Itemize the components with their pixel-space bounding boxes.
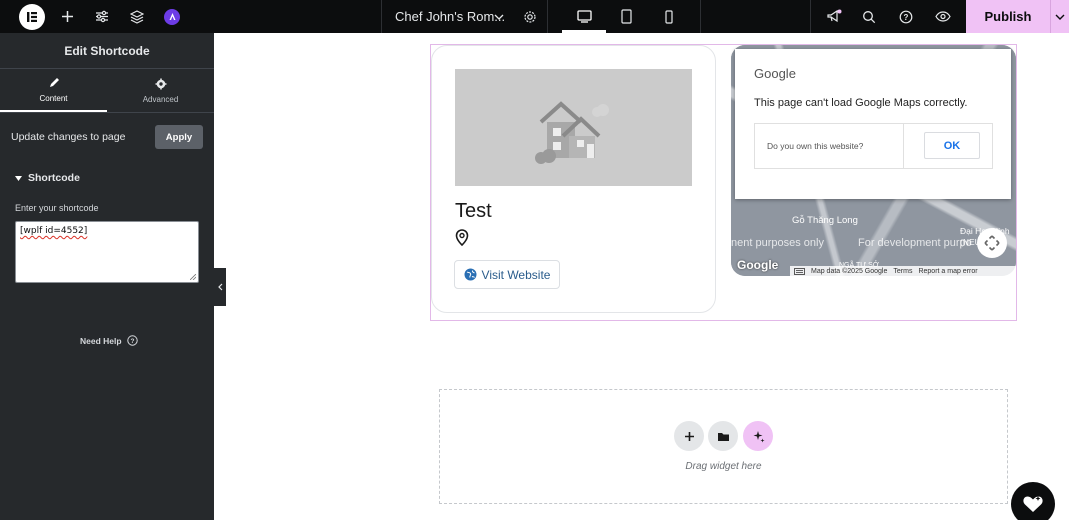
drag-widget-hint: Drag widget here — [685, 461, 762, 472]
tab-advanced-label: Advanced — [142, 94, 179, 104]
map-fullscreen-button[interactable] — [977, 228, 1007, 258]
update-text: Update changes to page — [11, 131, 126, 143]
document-title-text: Chef John's Rom... — [395, 9, 506, 24]
map-dev-watermark: For development purpo — [858, 237, 972, 249]
panel-title: Edit Shortcode — [64, 43, 150, 58]
notifications-megaphone-icon[interactable] — [825, 0, 843, 33]
layers-icon[interactable] — [128, 0, 146, 33]
search-icon[interactable] — [861, 0, 877, 33]
section-title: Shortcode — [28, 172, 80, 184]
help-circle-icon: ? — [126, 335, 138, 346]
need-help-label: Need Help — [80, 335, 122, 346]
google-map-logo: Google — [737, 258, 779, 272]
shortcode-value: [wplf id=4552] — [20, 226, 88, 236]
need-help-link[interactable]: Need Help ? — [80, 335, 138, 346]
move-arrows-icon — [984, 235, 1000, 251]
publish-label: Publish — [984, 9, 1032, 24]
globe-icon — [464, 268, 477, 281]
heart-sparkle-icon — [1023, 496, 1043, 512]
site-assistant-button[interactable] — [1011, 482, 1055, 520]
elementor-logo-icon[interactable] — [18, 0, 45, 33]
card-title: Test — [455, 200, 492, 222]
map-place-label: Gỗ Thăng Long — [792, 215, 858, 226]
shortcode-input[interactable]: [wplf id=4552] — [15, 221, 199, 283]
keyboard-shortcuts-icon[interactable] — [794, 267, 805, 275]
map-error-message: This page can't load Google Maps correct… — [754, 97, 968, 109]
ai-assistant-icon[interactable] — [163, 0, 181, 33]
panel-tabs: Content Advanced — [0, 69, 214, 113]
map-footer: Map data ©2025 Google Terms Report a map… — [790, 266, 1016, 276]
publish-options-chevron-icon[interactable] — [1050, 0, 1069, 33]
add-section-button[interactable] — [674, 421, 704, 451]
panel-header: Edit Shortcode — [0, 33, 214, 69]
map-dev-watermark: nent purposes only — [731, 237, 824, 249]
visit-website-label: Visit Website — [481, 267, 551, 282]
ai-generate-button[interactable] — [743, 421, 773, 451]
help-icon[interactable]: ? — [898, 0, 914, 33]
tab-content[interactable]: Content — [0, 69, 107, 112]
chevron-down-icon[interactable] — [493, 0, 505, 33]
resize-handle-icon[interactable] — [190, 274, 196, 280]
tablet-icon[interactable] — [619, 0, 633, 33]
editor-panel: Edit Shortcode Content Advanced Update c… — [0, 33, 214, 520]
preview-eye-icon[interactable] — [934, 0, 952, 33]
apply-button[interactable]: Apply — [155, 125, 203, 149]
card-image-placeholder — [455, 69, 692, 186]
plus-icon — [684, 431, 694, 441]
map-data-credit: Map data ©2025 Google — [811, 267, 888, 275]
map-ok-button[interactable]: OK — [924, 132, 980, 159]
house-placeholder-icon — [534, 100, 609, 164]
tab-advanced[interactable]: Advanced — [107, 69, 214, 112]
top-bar: Chef John's Rom... ? Publish — [0, 0, 1069, 33]
map-report-link[interactable]: Report a map error — [918, 268, 977, 275]
page-settings-gear-icon[interactable] — [522, 0, 538, 33]
map-ok-label: OK — [943, 139, 961, 152]
svg-text:?: ? — [130, 338, 134, 345]
svg-text:?: ? — [904, 13, 909, 22]
add-element-icon[interactable] — [58, 0, 76, 33]
ownership-question: Do you own this website? — [767, 141, 864, 151]
collapse-panel-button[interactable] — [214, 268, 226, 306]
shortcode-section-toggle[interactable]: Shortcode — [15, 172, 80, 184]
desktop-icon[interactable] — [576, 0, 592, 33]
location-pin-icon — [455, 229, 469, 251]
gear-icon — [155, 78, 166, 89]
update-row: Update changes to page Apply — [11, 125, 203, 149]
mobile-icon[interactable] — [663, 0, 675, 33]
shortcode-field-label: Enter your shortcode — [15, 203, 99, 213]
map-terms-link[interactable]: Terms — [893, 268, 912, 275]
apply-label: Apply — [165, 131, 193, 143]
folder-icon — [717, 432, 729, 441]
sparkle-icon — [753, 430, 764, 442]
chevron-left-icon — [217, 283, 222, 291]
settings-sliders-icon[interactable] — [93, 0, 111, 33]
publish-button[interactable]: Publish — [966, 0, 1050, 33]
google-wordmark: Google — [754, 66, 796, 81]
ownership-divider — [903, 124, 904, 168]
caret-down-icon — [15, 175, 22, 181]
pencil-icon — [49, 77, 59, 87]
tab-content-label: Content — [39, 93, 68, 103]
add-template-button[interactable] — [708, 421, 738, 451]
visit-website-button[interactable]: Visit Website — [454, 260, 560, 289]
